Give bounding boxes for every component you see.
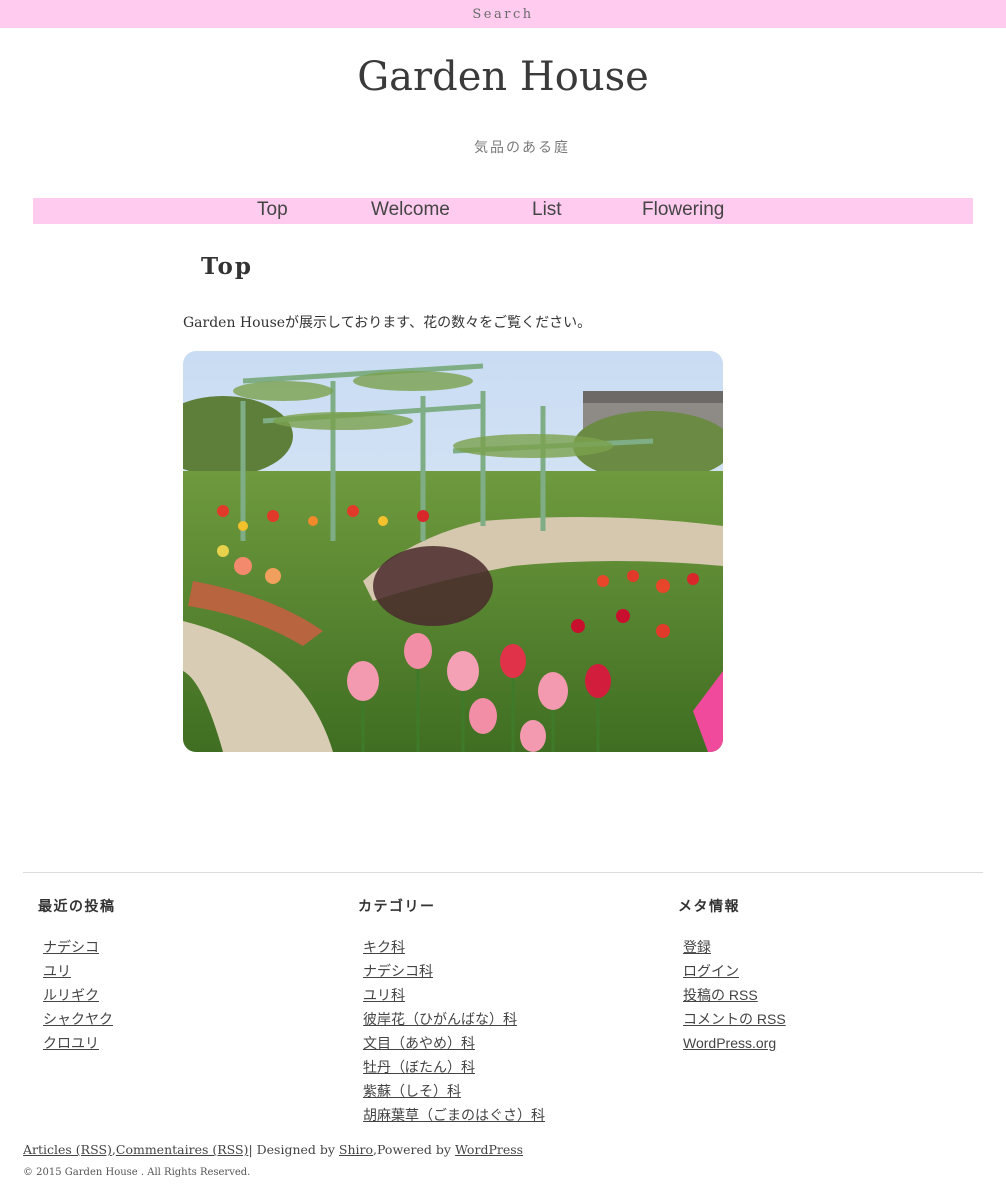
nav-item-flowering[interactable]: Flowering — [642, 198, 724, 224]
wordpress-org-link[interactable]: WordPress.org — [683, 1035, 776, 1051]
nav-item-welcome[interactable]: Welcome — [371, 198, 450, 224]
comments-rss-link[interactable]: Commentaires (RSS) — [116, 1142, 249, 1157]
login-link[interactable]: ログイン — [683, 963, 739, 979]
meta-title: メタ情報 — [678, 899, 740, 915]
category-link[interactable]: 胡麻葉草（ごまのはぐさ）科 — [363, 1107, 545, 1123]
site-description: 気品のある庭 — [474, 140, 570, 156]
register-link[interactable]: 登録 — [683, 939, 711, 955]
category-link[interactable]: 彼岸花（ひがんばな）科 — [363, 1011, 517, 1027]
credits-separator: | Designed by — [248, 1142, 339, 1157]
category-link[interactable]: 文目（あやめ）科 — [363, 1035, 475, 1051]
nav-item-top[interactable]: Top — [257, 198, 288, 224]
wordpress-link[interactable]: WordPress — [455, 1142, 523, 1157]
page-title: Top — [201, 253, 253, 280]
meta-widget: メタ情報 登録 ログイン 投稿の RSS コメントの RSS WordPress… — [678, 896, 978, 1058]
main-navigation: Top Welcome List Flowering — [33, 198, 973, 224]
recent-post-link[interactable]: ルリギク — [43, 987, 99, 1003]
site-title[interactable]: Garden House — [0, 54, 1006, 100]
categories-widget: カテゴリー キク科 ナデシコ科 ユリ科 彼岸花（ひがんばな）科 文目（あやめ）科… — [358, 896, 658, 1130]
category-link[interactable]: 紫蘇（しそ）科 — [363, 1083, 461, 1099]
footer-credits: Articles (RSS),Commentaires (RSS)| Desig… — [23, 1142, 523, 1157]
recent-post-link[interactable]: シャクヤク — [43, 1011, 113, 1027]
flower-garden-photo — [183, 351, 723, 752]
search-link[interactable]: Search — [472, 7, 533, 22]
nav-item-list[interactable]: List — [532, 198, 562, 224]
recent-post-link[interactable]: ユリ — [43, 963, 71, 979]
category-link[interactable]: キク科 — [363, 939, 405, 955]
category-link[interactable]: ユリ科 — [363, 987, 405, 1003]
articles-rss-link[interactable]: Articles (RSS) — [23, 1142, 112, 1157]
categories-title: カテゴリー — [358, 899, 436, 915]
designer-link[interactable]: Shiro — [339, 1142, 373, 1157]
category-link[interactable]: 牡丹（ぼたん）科 — [363, 1059, 475, 1075]
comments-rss-link[interactable]: コメントの RSS — [683, 1011, 786, 1027]
recent-posts-title: 最近の投稿 — [38, 899, 116, 915]
recent-post-link[interactable]: ナデシコ — [43, 939, 99, 955]
recent-post-link[interactable]: クロユリ — [43, 1035, 99, 1051]
category-link[interactable]: ナデシコ科 — [363, 963, 433, 979]
intro-text: Garden Houseが展示しております、花の数々をご覧ください。 — [183, 315, 592, 331]
credits-powered: ,Powered by — [373, 1142, 455, 1157]
footer-divider — [23, 872, 983, 873]
top-search-bar: Search — [0, 0, 1006, 28]
recent-posts-widget: 最近の投稿 ナデシコ ユリ ルリギク シャクヤク クロユリ — [38, 896, 338, 1058]
posts-rss-link[interactable]: 投稿の RSS — [683, 987, 758, 1003]
copyright: © 2015 Garden House . All Rights Reserve… — [23, 1167, 251, 1178]
